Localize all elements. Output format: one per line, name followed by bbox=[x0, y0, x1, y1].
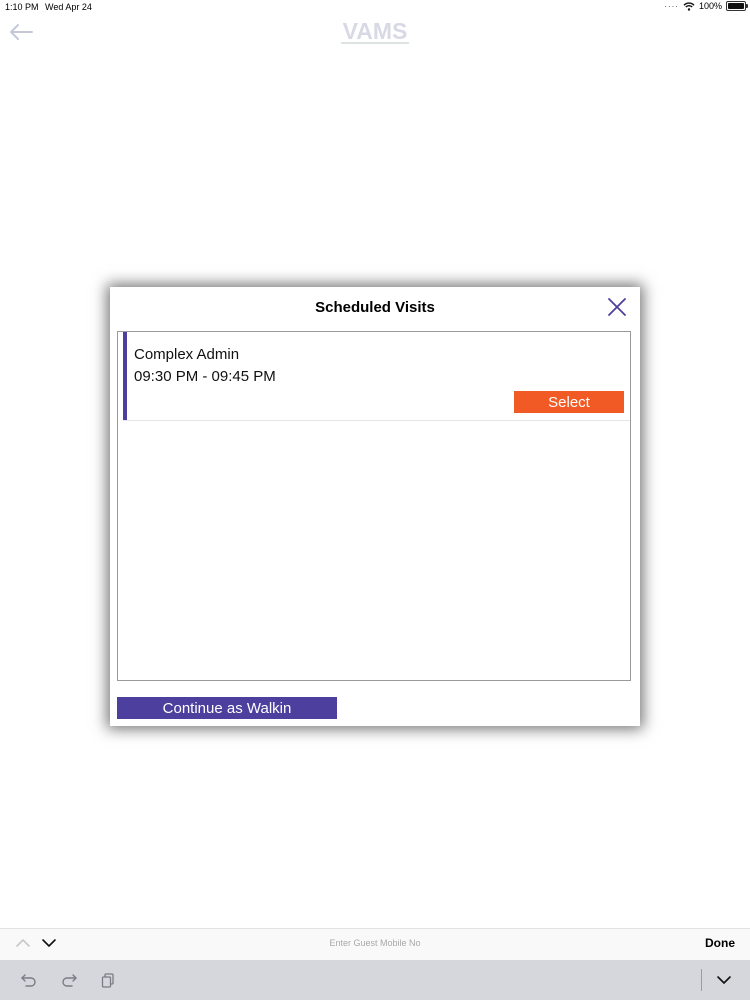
status-date: Wed Apr 24 bbox=[45, 2, 92, 12]
hide-keyboard-icon[interactable] bbox=[716, 974, 732, 986]
modal-title: Scheduled Visits bbox=[315, 299, 435, 316]
nav-bar: VAMS bbox=[0, 16, 750, 50]
toolbar-divider bbox=[701, 969, 702, 991]
app-logo: VAMS bbox=[335, 18, 415, 44]
done-button[interactable]: Done bbox=[705, 936, 735, 950]
keyboard-shortcut-bar bbox=[0, 960, 750, 1000]
redo-icon[interactable] bbox=[60, 972, 78, 988]
select-button[interactable]: Select bbox=[514, 391, 624, 413]
status-time: 1:10 PM bbox=[5, 2, 39, 12]
undo-icon[interactable] bbox=[20, 972, 38, 988]
visit-accent-bar bbox=[123, 332, 127, 420]
scheduled-visits-modal: Scheduled Visits Complex Admin 09:30 PM … bbox=[110, 287, 640, 726]
logo-text: VAMS bbox=[342, 18, 408, 44]
status-indicators: ···· 100% bbox=[664, 1, 748, 11]
wifi-icon bbox=[683, 1, 695, 11]
continue-as-walkin-button[interactable]: Continue as Walkin bbox=[117, 697, 337, 719]
input-accessory-bar: Enter Guest Mobile No Done bbox=[0, 928, 750, 960]
close-icon[interactable] bbox=[606, 296, 628, 318]
logo-underline bbox=[341, 42, 409, 44]
visit-name: Complex Admin bbox=[134, 346, 240, 363]
status-bar: 1:10 PM Wed Apr 24 ···· 100% bbox=[0, 0, 750, 16]
signal-dots-icon: ···· bbox=[664, 1, 679, 11]
visit-list-item: Complex Admin 09:30 PM - 09:45 PM Select bbox=[123, 332, 630, 421]
paste-icon[interactable] bbox=[100, 972, 116, 988]
visits-list: Complex Admin 09:30 PM - 09:45 PM Select bbox=[117, 331, 631, 681]
visit-time: 09:30 PM - 09:45 PM bbox=[134, 368, 276, 385]
battery-percent: 100% bbox=[698, 1, 722, 11]
battery-icon bbox=[726, 1, 748, 11]
back-arrow-icon[interactable] bbox=[6, 20, 36, 44]
guest-mobile-placeholder: Enter Guest Mobile No bbox=[329, 938, 421, 948]
